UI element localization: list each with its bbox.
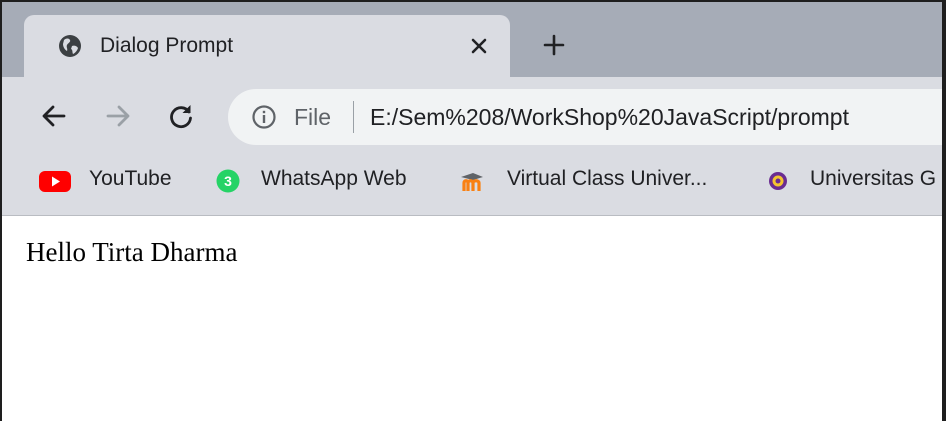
plus-icon[interactable] bbox=[542, 33, 566, 57]
tab-strip: Dialog Prompt bbox=[2, 2, 942, 77]
bookmarks-bar: YouTube 3 WhatsApp Web Virtual Class Uni… bbox=[2, 157, 942, 215]
info-icon[interactable] bbox=[251, 104, 277, 130]
bookmark-label: WhatsApp Web bbox=[261, 167, 407, 190]
arrow-right-icon[interactable] bbox=[103, 101, 133, 131]
arrow-left-icon[interactable] bbox=[39, 101, 69, 131]
whatsapp-icon: 3 bbox=[214, 169, 246, 193]
youtube-icon bbox=[39, 169, 71, 193]
page-text: Hello Tirta Dharma bbox=[26, 237, 238, 267]
page-content: Hello Tirta Dharma bbox=[2, 216, 942, 421]
url-text[interactable]: E:/Sem%208/WorkShop%20JavaScript/prompt bbox=[370, 103, 849, 131]
bookmark-label: YouTube bbox=[89, 167, 172, 190]
scheme-label: File bbox=[294, 104, 332, 130]
bookmark-label: Virtual Class Univer... bbox=[507, 167, 708, 190]
globe-icon bbox=[58, 34, 82, 58]
reload-icon[interactable] bbox=[166, 101, 196, 131]
tab-dialog-prompt[interactable]: Dialog Prompt bbox=[24, 15, 510, 77]
omnibox-separator bbox=[353, 101, 354, 133]
whatsapp-badge: 3 bbox=[224, 173, 232, 189]
close-icon[interactable] bbox=[468, 35, 490, 57]
tab-title: Dialog Prompt bbox=[100, 34, 234, 57]
browser-window: Dialog Prompt File E:/Sem%208/WorkShop%2… bbox=[0, 0, 946, 421]
university-icon bbox=[764, 169, 796, 193]
bookmark-label: Universitas G bbox=[810, 167, 937, 190]
moodle-icon bbox=[459, 169, 491, 193]
toolbar: File E:/Sem%208/WorkShop%20JavaScript/pr… bbox=[2, 77, 942, 157]
address-bar[interactable]: File E:/Sem%208/WorkShop%20JavaScript/pr… bbox=[228, 89, 942, 145]
